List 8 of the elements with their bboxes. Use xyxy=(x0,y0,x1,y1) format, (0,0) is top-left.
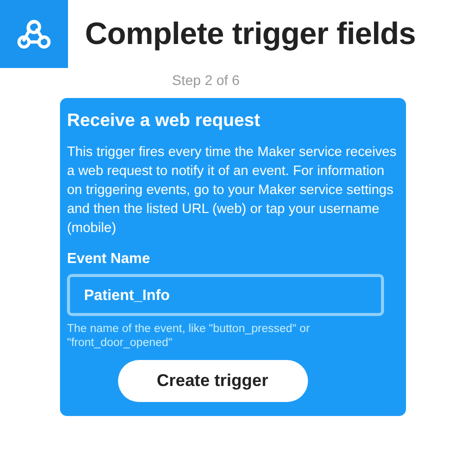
page-title: Complete trigger fields xyxy=(85,16,416,52)
trigger-description: This trigger fires every time the Maker service receives a web request to notify it of an event. For information on triggering events, go to your Maker service settings and then the listed URL (web) or tap your username (mobile) xyxy=(67,143,398,237)
field-help-text: The name of the event, like "button_pressed" or "front_door_opened" xyxy=(67,322,311,350)
card-title: Receive a web request xyxy=(67,110,262,131)
field-label: Event Name xyxy=(67,251,152,267)
create-trigger-button[interactable]: Create trigger xyxy=(118,360,308,402)
step-indicator: Step 2 of 6 xyxy=(172,72,241,88)
webhook-icon xyxy=(17,18,51,50)
